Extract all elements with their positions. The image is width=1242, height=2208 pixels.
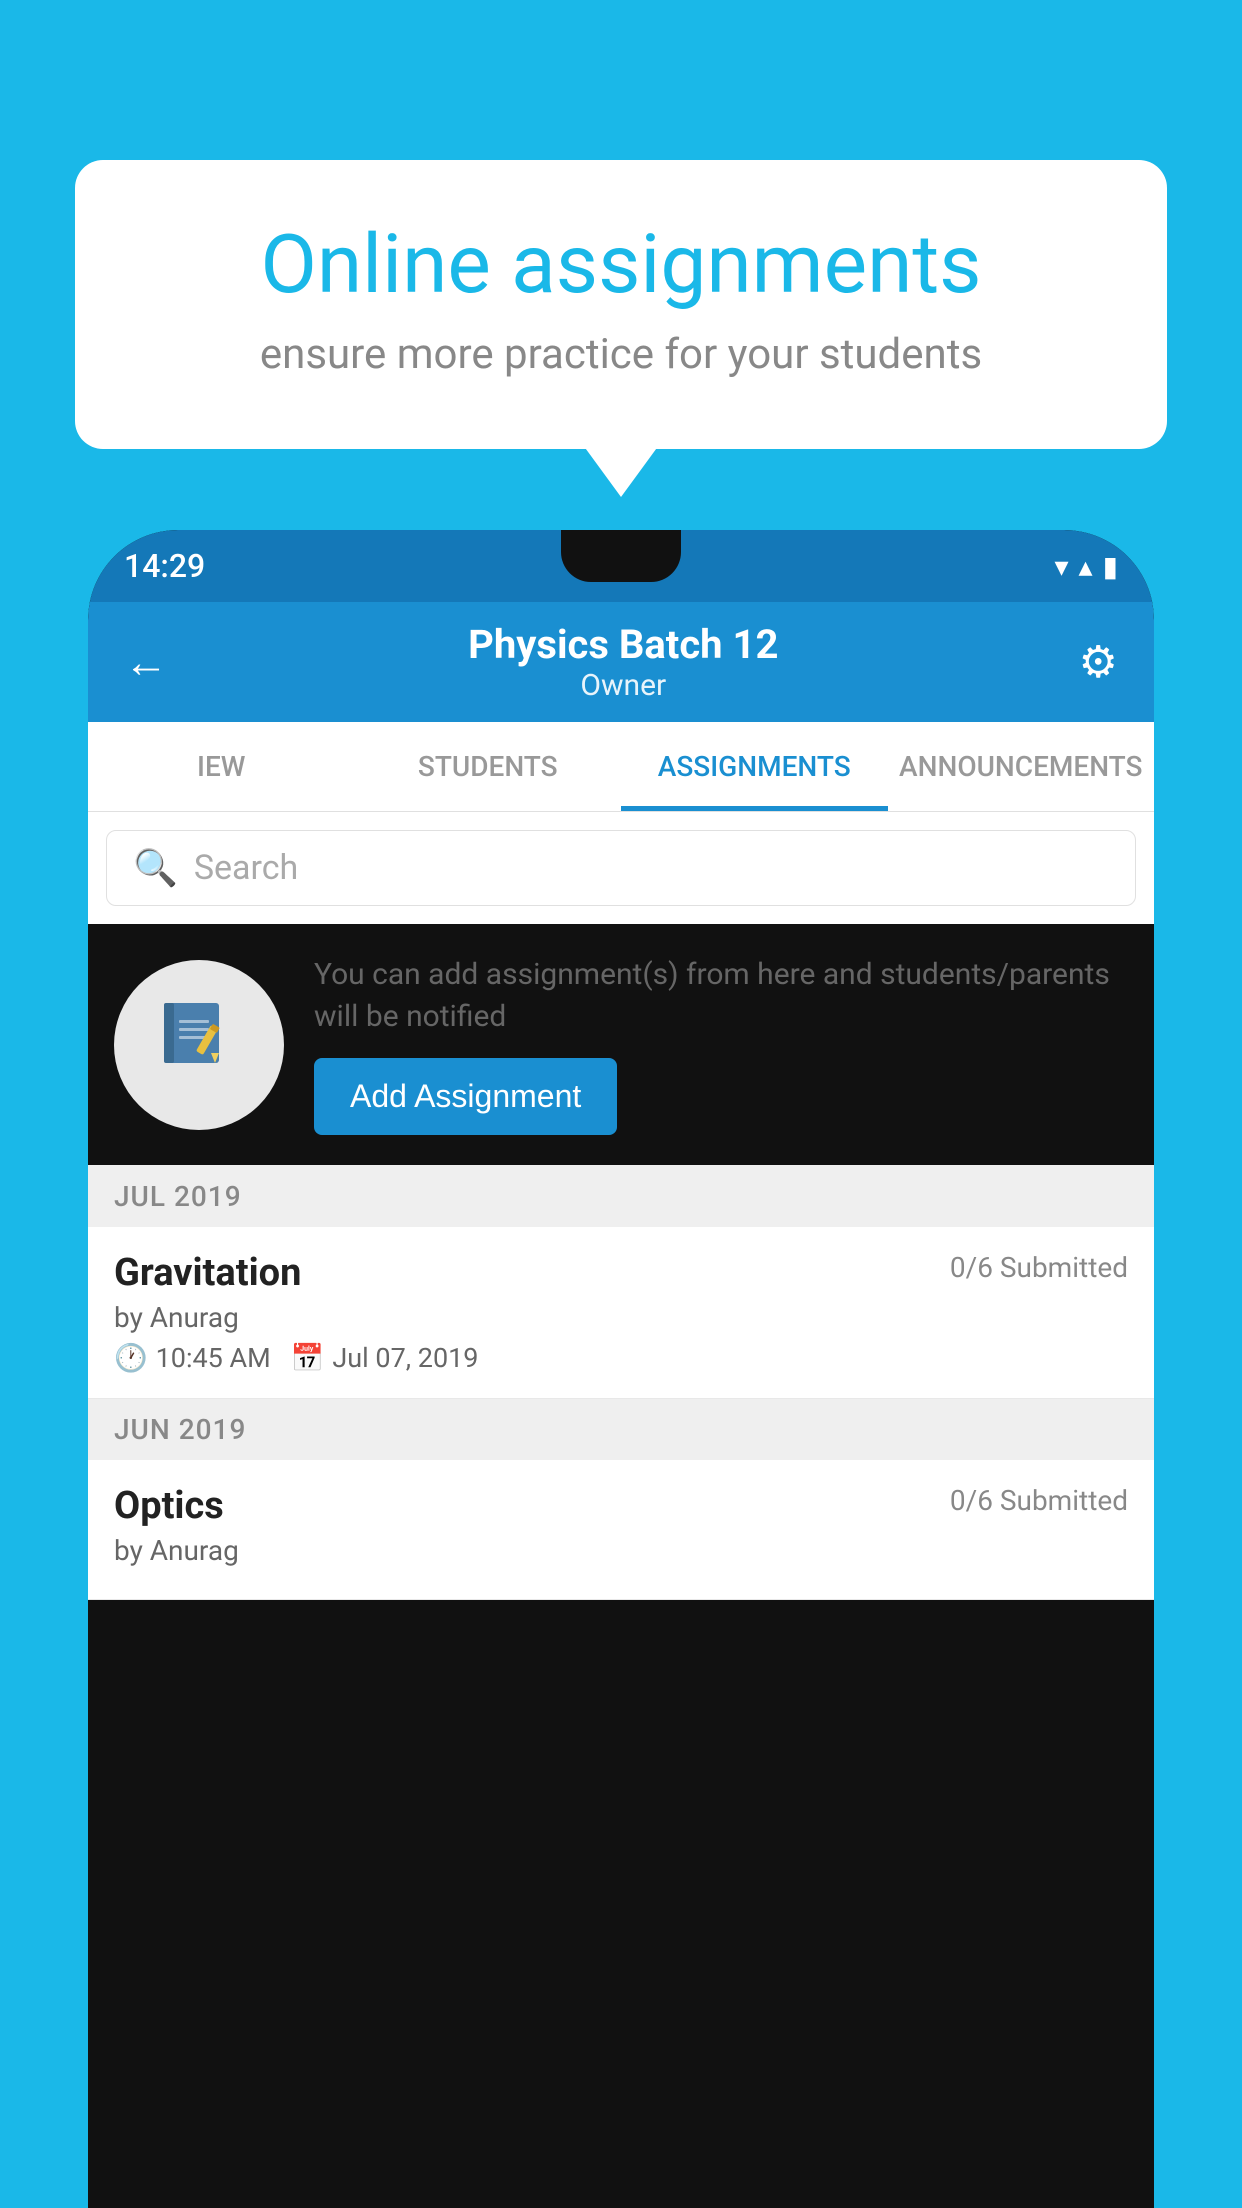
battery-icon: ▮ xyxy=(1103,550,1118,583)
assignment-name: Gravitation xyxy=(114,1251,301,1295)
phone-frame: 14:29 ▾ ▴ ▮ ← Physics Batch 12 Owner ⚙ I… xyxy=(88,530,1154,2208)
search-icon: 🔍 xyxy=(133,847,178,889)
assignment-submitted: 0/6 Submitted xyxy=(950,1251,1128,1284)
header-title: Physics Batch 12 xyxy=(168,621,1079,668)
status-icons: ▾ ▴ ▮ xyxy=(1054,550,1118,583)
promo-section: You can add assignment(s) from here and … xyxy=(88,924,1154,1166)
assignment-submitted-optics: 0/6 Submitted xyxy=(950,1484,1128,1517)
notebook-icon xyxy=(159,995,239,1095)
calendar-icon: 📅 xyxy=(291,1342,325,1374)
assignment-time: 10:45 AM xyxy=(156,1342,271,1374)
back-button[interactable]: ← xyxy=(124,636,168,688)
assignment-item-optics[interactable]: Optics 0/6 Submitted by Anurag xyxy=(88,1460,1154,1600)
speech-bubble-container: Online assignments ensure more practice … xyxy=(75,160,1167,449)
app-header: ← Physics Batch 12 Owner ⚙ xyxy=(88,602,1154,722)
tab-students[interactable]: STUDENTS xyxy=(355,722,622,811)
tab-iew[interactable]: IEW xyxy=(88,722,355,811)
search-bar-container: 🔍 Search xyxy=(88,812,1154,924)
wifi-icon: ▾ xyxy=(1054,550,1068,583)
search-placeholder: Search xyxy=(194,848,298,888)
promo-icon-circle xyxy=(114,960,284,1130)
notch xyxy=(561,530,681,582)
tabs-bar: IEW STUDENTS ASSIGNMENTS ANNOUNCEMENTS xyxy=(88,722,1154,812)
tab-assignments[interactable]: ASSIGNMENTS xyxy=(621,722,888,811)
assignment-name-optics: Optics xyxy=(114,1484,224,1528)
promo-content: You can add assignment(s) from here and … xyxy=(314,954,1128,1135)
assignment-author: by Anurag xyxy=(114,1301,1128,1334)
speech-bubble: Online assignments ensure more practice … xyxy=(75,160,1167,449)
month-header-jul: JUL 2019 xyxy=(88,1166,1154,1227)
signal-icon: ▴ xyxy=(1079,550,1093,583)
tab-announcements[interactable]: ANNOUNCEMENTS xyxy=(888,722,1155,811)
promo-text: You can add assignment(s) from here and … xyxy=(314,954,1128,1038)
clock-icon: 🕐 xyxy=(114,1342,148,1374)
meta-date: 📅 Jul 07, 2019 xyxy=(291,1342,479,1374)
status-time: 14:29 xyxy=(124,547,205,585)
assignment-row1-optics: Optics 0/6 Submitted xyxy=(114,1484,1128,1528)
phone-inner: 14:29 ▾ ▴ ▮ ← Physics Batch 12 Owner ⚙ I… xyxy=(88,530,1154,2208)
assignment-author-optics: by Anurag xyxy=(114,1534,1128,1567)
bubble-subtitle: ensure more practice for your students xyxy=(145,330,1097,379)
assignment-meta: 🕐 10:45 AM 📅 Jul 07, 2019 xyxy=(114,1342,1128,1374)
meta-time: 🕐 10:45 AM xyxy=(114,1342,271,1374)
assignment-item-gravitation[interactable]: Gravitation 0/6 Submitted by Anurag 🕐 10… xyxy=(88,1227,1154,1399)
search-bar[interactable]: 🔍 Search xyxy=(106,830,1136,906)
settings-icon[interactable]: ⚙ xyxy=(1079,636,1118,688)
assignment-row1: Gravitation 0/6 Submitted xyxy=(114,1251,1128,1295)
status-bar: 14:29 ▾ ▴ ▮ xyxy=(88,530,1154,602)
header-subtitle: Owner xyxy=(168,668,1079,703)
assignment-date: Jul 07, 2019 xyxy=(332,1342,478,1374)
add-assignment-button[interactable]: Add Assignment xyxy=(314,1058,617,1135)
header-center: Physics Batch 12 Owner xyxy=(168,621,1079,703)
month-header-jun: JUN 2019 xyxy=(88,1399,1154,1460)
bubble-title: Online assignments xyxy=(145,220,1097,310)
